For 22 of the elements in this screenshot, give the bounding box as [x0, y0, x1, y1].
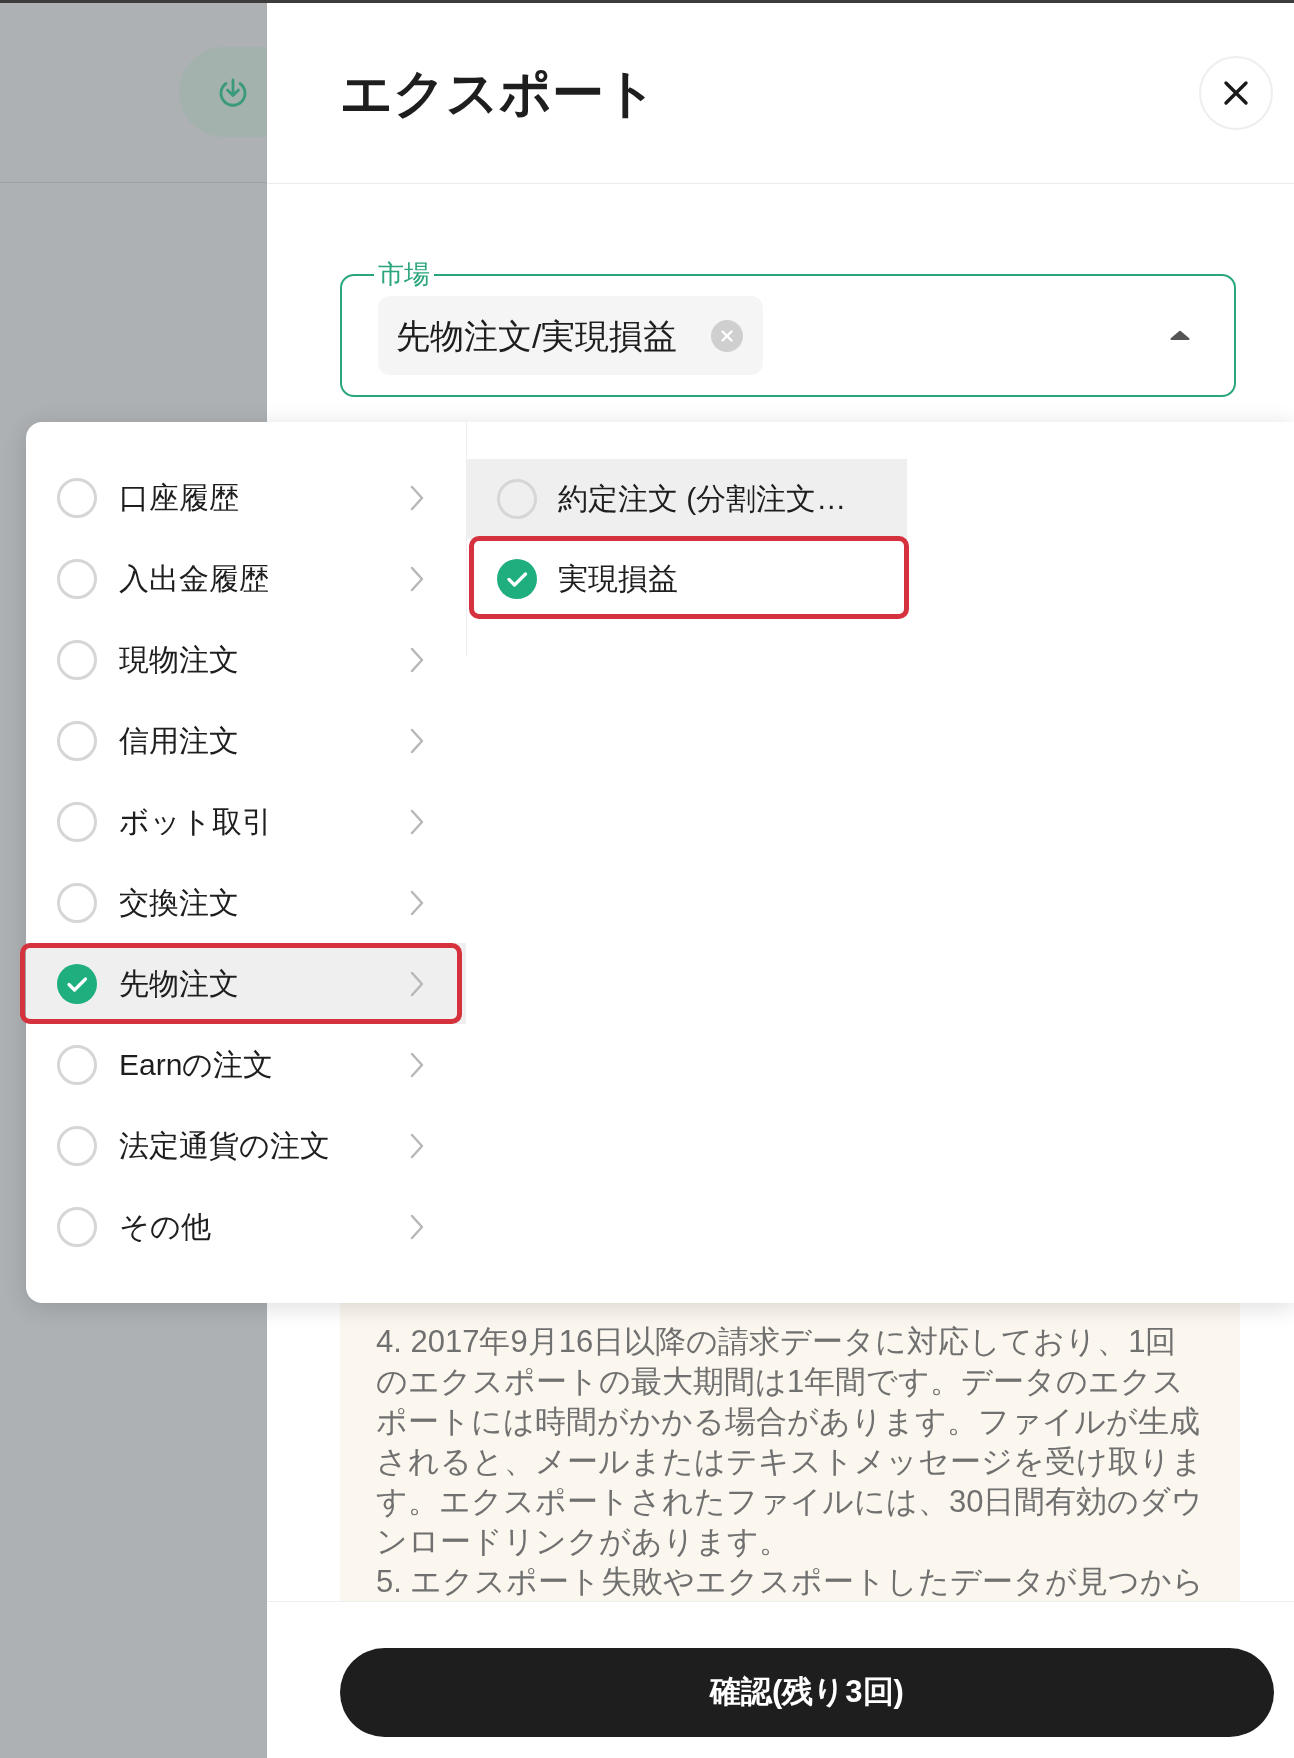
chevron-right-icon [410, 970, 424, 997]
field-label: 市場 [374, 258, 434, 290]
download-button[interactable] [179, 47, 267, 137]
clear-icon[interactable] [711, 319, 744, 352]
chevron-right-icon [410, 565, 424, 592]
chevron-right-icon [410, 727, 424, 754]
submenu-item[interactable]: 実現損益 [467, 539, 907, 619]
chevron-right-icon [410, 484, 424, 511]
dialog-title: エクスポート [340, 67, 657, 119]
download-icon [217, 76, 249, 108]
chevron-right-icon [410, 1051, 424, 1078]
chevron-right-icon [410, 1132, 424, 1159]
submenu-item[interactable]: 約定注文 (分割注文… [467, 459, 907, 539]
chevron-right-icon [410, 646, 424, 673]
chevron-right-icon [410, 889, 424, 916]
chevron-right-icon [410, 1213, 424, 1240]
chevron-right-icon [410, 808, 424, 835]
confirm-button[interactable]: 確認(残り3回) [340, 1648, 1274, 1737]
close-icon [1223, 80, 1249, 106]
note-paragraph: 4. 2017年9月16日以降の請求データに対応しており、1回のエクスポートの最大期間は1年間です。データのエクスポートには時間がかかる場合があります。ファイルが生成されると、メールまたはテキストメッセージを受け取ります。エクスポートされたファイルには、30日間有効のダウンロードリンクがあります。 [376, 1323, 1205, 1561]
tag-label: 先物注文/実現損益 [396, 318, 678, 353]
note-paragraph: 5. エクスポート失敗やエクスポートしたデータが見つから [376, 1563, 1206, 1601]
